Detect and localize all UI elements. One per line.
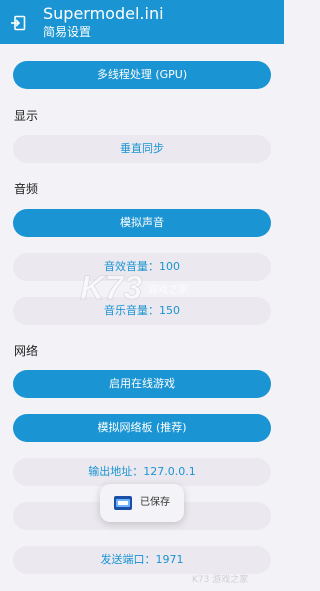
watermark-text: 游戏之家 xyxy=(148,285,188,296)
page-title: Supermodel.ini xyxy=(43,4,164,23)
vsync-button[interactable]: 垂直同步 xyxy=(13,135,271,163)
saved-toast: 已保存 xyxy=(100,484,184,522)
emulate-netboard-button[interactable]: 模拟网络板 (推荐) xyxy=(13,414,271,442)
emulate-sound-button[interactable]: 模拟声音 xyxy=(13,209,271,237)
exit-icon[interactable] xyxy=(10,15,26,31)
toast-message: 已保存 xyxy=(140,497,170,508)
app-bar: Supermodel.ini 简易设置 xyxy=(0,0,284,44)
section-network: 网络 xyxy=(14,344,39,358)
watermark-corner: K73 游戏之家 xyxy=(192,575,249,585)
output-address-button[interactable]: 输出地址：127.0.0.1 xyxy=(13,458,271,486)
watermark-logo: K73 xyxy=(80,269,143,306)
svg-text:K73: K73 xyxy=(80,269,142,306)
section-audio: 音频 xyxy=(14,182,39,196)
app-logo-icon xyxy=(114,496,132,510)
multithread-button[interactable]: 多线程处理 (GPU) xyxy=(13,61,271,89)
section-display: 显示 xyxy=(14,109,39,123)
page-subtitle: 简易设置 xyxy=(43,25,92,39)
enable-online-button[interactable]: 启用在线游戏 xyxy=(13,370,271,398)
send-port-button[interactable]: 发送端口：1971 xyxy=(13,546,271,574)
